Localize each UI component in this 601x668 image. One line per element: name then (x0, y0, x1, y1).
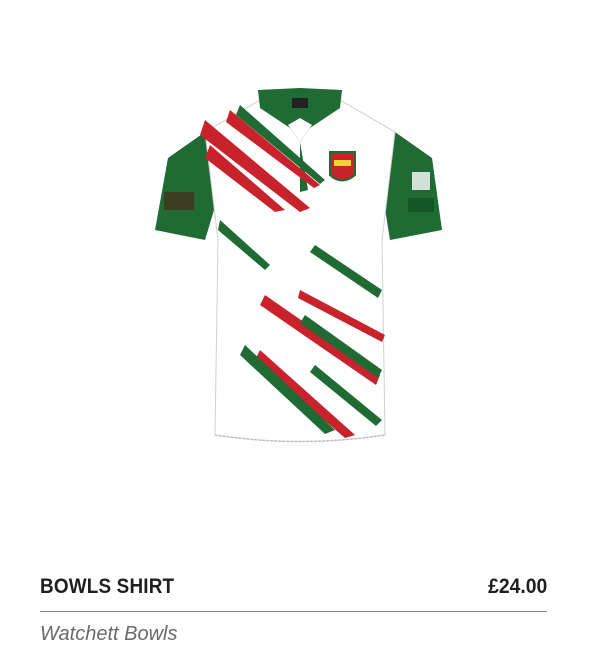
sleeve-logo-right (412, 172, 430, 190)
collar-label (292, 98, 308, 108)
product-card: BOWLS SHIRT £24.00 Watchett Bowls (0, 0, 601, 668)
product-price: £24.00 (487, 575, 547, 598)
product-club: Watchett Bowls (40, 623, 178, 645)
club-crest-icon (329, 151, 356, 182)
sleeve-logo-left (164, 192, 194, 210)
product-title-row: BOWLS SHIRT £24.00 (40, 575, 547, 612)
product-name[interactable]: BOWLS SHIRT (40, 575, 174, 599)
polo-shirt-image (155, 88, 442, 443)
product-image[interactable] (150, 80, 450, 460)
